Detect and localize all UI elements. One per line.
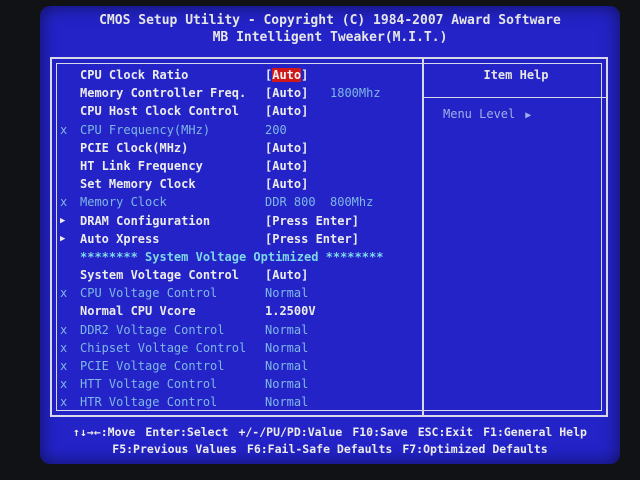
setting-value: Normal xyxy=(265,322,309,337)
key-hint: ↑↓→←:Move xyxy=(73,425,136,439)
setting-label: CPU Clock Ratio xyxy=(80,68,189,82)
disabled-mark-icon: x xyxy=(60,395,68,410)
setting-value[interactable]: 1.2500V xyxy=(265,302,316,320)
setting-label: Memory Clock xyxy=(80,195,167,210)
key-legend-line-2: F5:Previous Values F6:Fail-Safe Defaults F… xyxy=(40,441,620,458)
setting-value: Normal xyxy=(265,359,309,373)
disabled-mark-icon: x xyxy=(60,322,68,337)
disabled-mark-icon: x xyxy=(60,340,68,355)
setting-row[interactable]: System Voltage Control [Auto] xyxy=(60,266,420,284)
setting-value[interactable]: [Auto] xyxy=(265,266,308,284)
setting-row[interactable]: Memory Controller Freq. [Auto] 1800Mhz xyxy=(60,84,420,102)
key-hint: F10:Save xyxy=(352,425,408,439)
setting-row[interactable]: CPU Host Clock Control [Auto] xyxy=(60,102,420,120)
setting-value: Normal xyxy=(265,395,309,410)
section-banner: ******** System Voltage Optimized ******… xyxy=(80,249,384,264)
setting-row: x DDR2 Voltage Control Normal xyxy=(60,321,420,339)
setting-value: Normal xyxy=(265,340,309,355)
setting-row: x Memory Clock DDR 800 800Mhz xyxy=(60,193,420,211)
setting-row: ******** System Voltage Optimized ******… xyxy=(60,248,420,266)
disabled-mark-icon: x xyxy=(60,286,68,301)
setting-value[interactable]: [Auto] xyxy=(265,66,308,84)
setting-extra-value: 800Mhz xyxy=(330,195,374,210)
setting-label: Chipset Voltage Control xyxy=(80,340,247,355)
setting-label: CPU Host Clock Control xyxy=(80,104,239,119)
setting-row: x HTT Voltage Control Normal xyxy=(60,375,420,393)
setting-value: 200 xyxy=(265,122,287,137)
setting-label: DRAM Configuration xyxy=(80,213,211,228)
disabled-mark-icon: x xyxy=(60,359,68,373)
key-hint: +/-/PU/PD:Value xyxy=(238,425,343,439)
setting-label: PCIE Voltage Control xyxy=(80,359,225,373)
key-hint: ESC:Exit xyxy=(417,425,474,439)
key-hint: F6:Fail-Safe Defaults xyxy=(246,442,393,456)
setting-row: x CPU Voltage Control Normal xyxy=(60,284,420,302)
setting-row[interactable]: ▶ DRAM Configuration [Press Enter] xyxy=(60,212,420,230)
panel-divider xyxy=(422,57,424,417)
setting-label: Set Memory Clock xyxy=(80,177,196,192)
selected-value-highlight[interactable]: Auto xyxy=(272,68,302,82)
setting-value[interactable]: [Auto] xyxy=(265,84,308,102)
setting-label: DDR2 Voltage Control xyxy=(80,322,225,337)
title-bar: CMOS Setup Utility - Copyright (C) 1984-… xyxy=(40,12,620,46)
setting-label: Normal CPU Vcore xyxy=(80,304,196,319)
setting-row[interactable]: Set Memory Clock [Auto] xyxy=(60,175,420,193)
setting-label: Auto Xpress xyxy=(80,231,160,246)
submenu-arrow-icon: ▶ xyxy=(60,215,66,226)
setting-extra-value: 1800Mhz xyxy=(330,86,381,101)
key-hint: F1:General Help xyxy=(483,425,587,439)
setting-label: Memory Controller Freq. xyxy=(80,86,247,101)
setting-row[interactable]: Normal CPU Vcore 1.2500V xyxy=(60,302,420,320)
setting-row[interactable]: ▶ Auto Xpress [Press Enter] xyxy=(60,230,420,248)
submenu-arrow-icon: ▶ xyxy=(60,233,66,244)
menu-level: Menu Level ▶ xyxy=(443,107,531,121)
menu-level-label: Menu Level xyxy=(443,107,516,121)
key-hint: Enter:Select xyxy=(145,425,229,439)
settings-list: CPU Clock Ratio [Auto] Memory Controller F… xyxy=(60,66,420,412)
key-hint: F7:Optimized Defaults xyxy=(402,442,548,456)
setting-row[interactable]: PCIE Clock(MHz) [Auto] xyxy=(60,139,420,157)
setting-value[interactable]: [Auto] xyxy=(265,102,308,120)
menu-level-arrow-icon: ▶ xyxy=(525,110,532,121)
setting-value[interactable]: [Auto] xyxy=(265,175,308,193)
setting-row: x HTR Voltage Control Normal xyxy=(60,393,420,411)
title-line-2: MB Intelligent Tweaker(M.I.T.) xyxy=(212,30,448,45)
setting-value[interactable]: [Press Enter] xyxy=(265,230,359,248)
setting-label: CPU Frequency(MHz) xyxy=(80,122,211,137)
setting-label: PCIE Clock(MHz) xyxy=(80,140,189,155)
setting-row: x PCIE Voltage Control Normal xyxy=(60,357,420,375)
setting-row[interactable]: HT Link Frequency [Auto] xyxy=(60,157,420,175)
setting-value[interactable]: [Auto] xyxy=(265,139,308,157)
key-legend: ↑↓→←:Move Enter:Select +/-/PU/PD:Value F10:… xyxy=(40,424,620,458)
setting-row[interactable]: CPU Clock Ratio [Auto] xyxy=(60,66,420,84)
setting-label: HT Link Frequency xyxy=(80,158,203,173)
setting-value: DDR 800 xyxy=(265,195,316,210)
bios-screen: CMOS Setup Utility - Copyright (C) 1984-… xyxy=(40,6,620,464)
setting-row: x CPU Frequency(MHz) 200 xyxy=(60,121,420,139)
setting-value[interactable]: [Press Enter] xyxy=(265,212,359,230)
disabled-mark-icon: x xyxy=(60,195,68,210)
setting-value: Normal xyxy=(265,377,309,392)
item-help-title: Item Help xyxy=(483,68,549,82)
setting-label: HTT Voltage Control xyxy=(80,377,218,392)
setting-label: HTR Voltage Control xyxy=(80,395,218,410)
setting-row: x Chipset Voltage Control Normal xyxy=(60,339,420,357)
setting-value: Normal xyxy=(265,286,309,301)
setting-label: CPU Voltage Control xyxy=(80,286,218,301)
key-hint: F5:Previous Values xyxy=(112,442,237,456)
title-line-1: CMOS Setup Utility - Copyright (C) 1984-… xyxy=(99,13,561,28)
disabled-mark-icon: x xyxy=(60,122,68,137)
key-legend-line-1: ↑↓→←:Move Enter:Select +/-/PU/PD:Value F10:… xyxy=(40,424,620,441)
setting-label: System Voltage Control xyxy=(80,268,239,283)
disabled-mark-icon: x xyxy=(60,377,68,392)
setting-value[interactable]: [Auto] xyxy=(265,157,308,175)
help-separator xyxy=(424,97,608,98)
